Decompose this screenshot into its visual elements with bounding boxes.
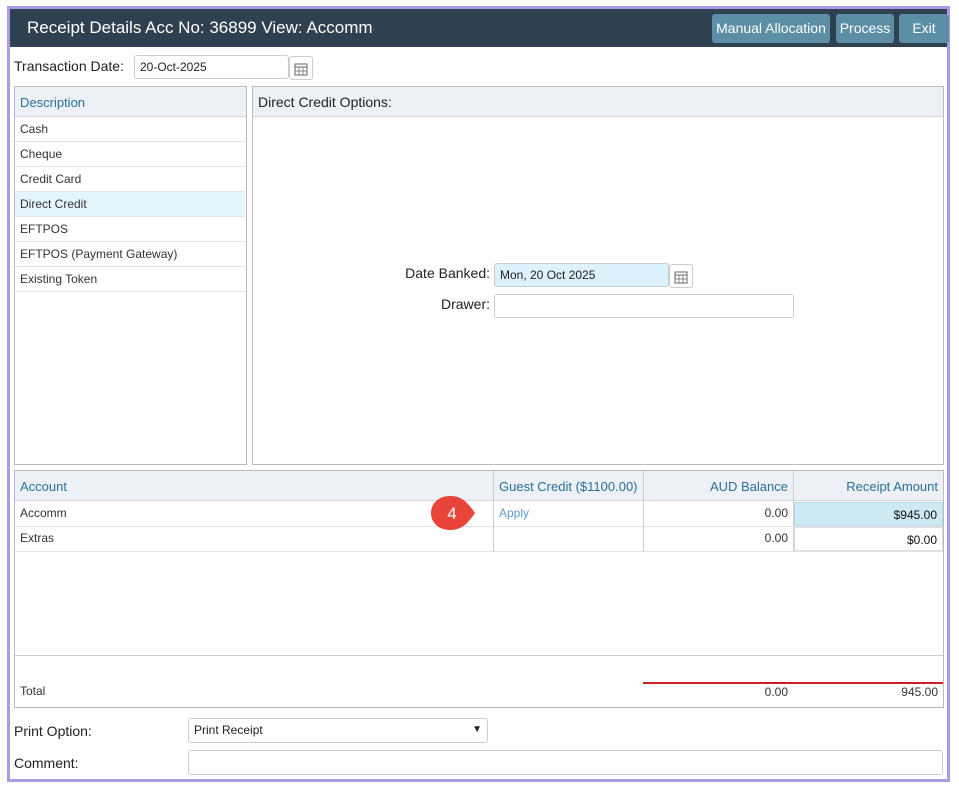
column-divider [493, 471, 494, 551]
account-name-accomm: Accomm [20, 506, 67, 520]
account-name-extras: Extras [20, 531, 55, 545]
step-callout-badge: 4 [431, 496, 475, 530]
receipt-amount-column-header: Receipt Amount [846, 479, 938, 494]
accomm-aud-balance: 0.00 [764, 506, 788, 520]
callout-number: 4 [447, 504, 456, 523]
exit-button[interactable]: Exit [899, 14, 949, 43]
chevron-down-icon: ▼ [472, 724, 482, 735]
comment-input[interactable] [188, 750, 943, 775]
comment-label: Comment: [14, 755, 79, 771]
row-divider [15, 551, 943, 552]
extras-receipt-amount-input[interactable]: $0.00 [794, 527, 943, 551]
payment-type-eftpos[interactable]: EFTPOS [15, 217, 245, 242]
calendar-icon [294, 63, 308, 76]
transaction-date-calendar-button[interactable] [289, 56, 313, 80]
payment-type-cheque[interactable]: Cheque [15, 142, 245, 167]
payment-type-direct-credit[interactable]: Direct Credit [15, 192, 245, 217]
window-title: Receipt Details Acc No: 36899 View: Acco… [27, 18, 373, 37]
calendar-icon [674, 271, 688, 284]
payment-type-credit-card[interactable]: Credit Card [15, 167, 245, 192]
aud-balance-column-header: AUD Balance [709, 479, 788, 494]
options-header: Direct Credit Options: [253, 87, 943, 117]
guest-credit-column-header: Guest Credit ($1100.00) [499, 479, 638, 494]
print-option-label: Print Option: [14, 723, 92, 739]
date-banked-input[interactable]: Mon, 20 Oct 2025 [494, 263, 669, 287]
transaction-date-input[interactable]: 20-Oct-2025 [134, 55, 289, 79]
receipt-details-window: Receipt Details Acc No: 36899 View: Acco… [7, 6, 950, 782]
payment-type-cash[interactable]: Cash [15, 117, 245, 142]
transaction-date-label: Transaction Date: [14, 58, 124, 74]
total-divider [15, 655, 943, 656]
date-banked-label: Date Banked: [405, 265, 490, 281]
process-button[interactable]: Process [836, 14, 894, 43]
apply-guest-credit-link[interactable]: Apply [499, 501, 529, 526]
drawer-input[interactable] [494, 294, 794, 318]
total-label: Total [20, 684, 46, 698]
print-option-select[interactable]: Print Receipt ▼ [188, 718, 488, 743]
date-banked-calendar-button[interactable] [669, 264, 693, 288]
accomm-receipt-amount-input[interactable]: $945.00 [794, 502, 943, 526]
print-option-value: Print Receipt [194, 723, 263, 737]
manual-allocation-button[interactable]: Manual Allocation [712, 14, 830, 43]
payment-type-existing-token[interactable]: Existing Token [15, 267, 245, 292]
extras-aud-balance: 0.00 [764, 531, 788, 545]
total-receipt-amount: 945.00 [901, 685, 938, 699]
account-column-header: Account [20, 479, 67, 494]
title-bar: Receipt Details Acc No: 36899 View: Acco… [10, 9, 949, 47]
direct-credit-options-panel: Direct Credit Options: Date Banked: Mon,… [252, 86, 944, 465]
drawer-label: Drawer: [440, 296, 490, 312]
accounts-grid: Account Guest Credit ($1100.00) AUD Bala… [14, 470, 944, 708]
options-title: Direct Credit Options: [258, 94, 392, 110]
payment-type-header: Description [15, 87, 246, 117]
total-aud-balance: 0.00 [764, 685, 788, 699]
payment-type-list: Description Cash Cheque Credit Card Dire… [14, 86, 247, 465]
payment-type-eftpos-gateway[interactable]: EFTPOS (Payment Gateway) [15, 242, 245, 267]
description-column-header: Description [20, 95, 86, 110]
